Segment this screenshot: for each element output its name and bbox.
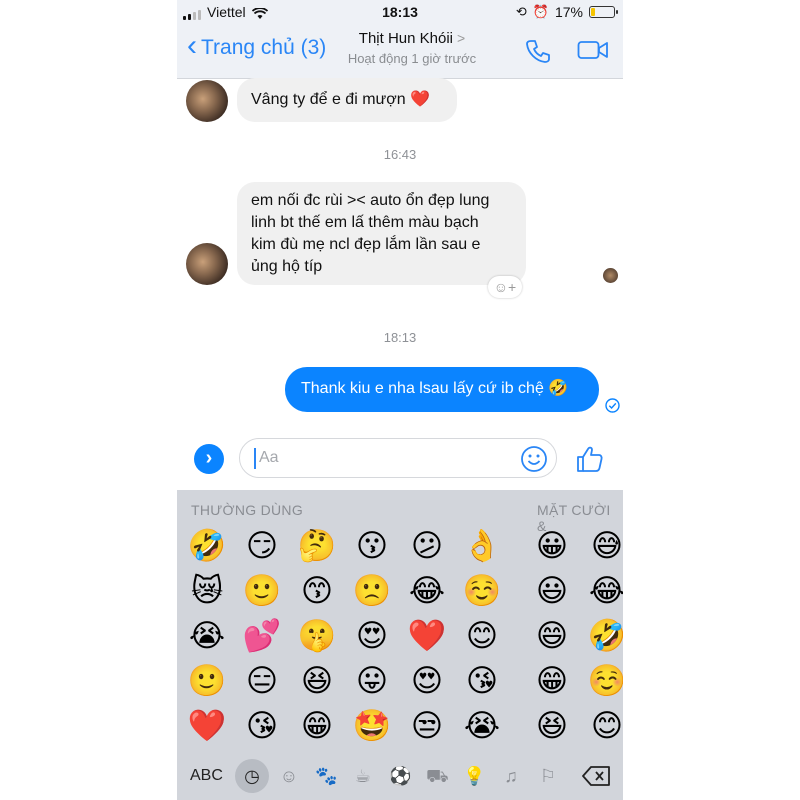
- phone-call-icon[interactable]: [525, 38, 551, 64]
- emoji-key[interactable]: 😏: [242, 526, 282, 566]
- bulb-icon[interactable]: 💡: [463, 765, 485, 787]
- backspace-icon[interactable]: [582, 765, 612, 787]
- alarm-icon: ⏰: [532, 4, 549, 19]
- keyboard-category-bar: ABC ◷ ☺ 🐾 ☕ ⚽ ⛟ 💡 ♫ ⚐: [177, 756, 623, 796]
- emoji-key[interactable]: 😍: [352, 616, 392, 656]
- emoji-key[interactable]: 😘: [242, 706, 282, 746]
- add-reaction-button[interactable]: ☺+: [488, 276, 522, 298]
- emoji-key[interactable]: 💕: [242, 616, 282, 656]
- abc-key[interactable]: ABC: [190, 767, 223, 785]
- message-input[interactable]: Aa: [239, 438, 557, 478]
- thumbs-up-icon[interactable]: [575, 444, 605, 474]
- rotation-lock-icon: ⟲: [515, 4, 527, 19]
- message-line: kim đù mẹ ncl đẹp lắm lần sau e: [251, 236, 481, 253]
- emoji-key[interactable]: 😂: [587, 571, 623, 611]
- emoji-key[interactable]: 😊: [462, 616, 502, 656]
- timestamp: 18:13: [383, 330, 417, 345]
- emoji-key[interactable]: ❤️: [407, 616, 447, 656]
- contact-avatar[interactable]: [186, 80, 228, 122]
- chevron-left-icon: ‹: [187, 29, 197, 62]
- emoji-key[interactable]: 😂: [407, 571, 447, 611]
- message-text: Thank kiu e nha lsau lấy cứ ib chệ 🤣: [301, 380, 569, 397]
- emoji-key[interactable]: 🤣: [587, 616, 623, 656]
- emoji-key[interactable]: 😕: [407, 526, 447, 566]
- status-bar: Viettel 18:13 ⟲ ⏰ 17%: [177, 0, 623, 24]
- timestamp: 16:43: [383, 147, 417, 162]
- symbols-icon[interactable]: ♫: [500, 765, 522, 787]
- emoji-keyboard: THƯỜNG DÙNG MẶT CƯỜI & 🤣 😏 🤔 😗 😕 👌 😿 🙂 😙 🙁 😂 ☺️ 😭 💕 🤫 😍…: [177, 490, 623, 800]
- chevron-right-icon: >: [457, 30, 466, 46]
- activity-status: Hoạt động 1 giờ trước: [347, 51, 477, 66]
- smiley-icon[interactable]: ☺: [278, 765, 300, 787]
- emoji-key[interactable]: 🤫: [297, 616, 337, 656]
- emoji-key[interactable]: ☺️: [462, 571, 502, 611]
- chat-header: ‹ Trang chủ (3) Thịt Hun Khóii > Hoạt độn…: [177, 24, 623, 79]
- emoji-key[interactable]: 🤣: [187, 526, 227, 566]
- emoji-key[interactable]: 😿: [187, 571, 227, 611]
- emoji-key[interactable]: ❤️: [187, 706, 227, 746]
- seen-avatar: [603, 268, 618, 283]
- animal-icon[interactable]: 🐾: [315, 765, 337, 787]
- phone-screen: Viettel 18:13 ⟲ ⏰ 17% ‹ Trang chủ (3) Th…: [177, 0, 623, 800]
- message-line: linh bt thế em lấ thêm màu bạch: [251, 214, 479, 231]
- input-placeholder: Aa: [259, 449, 279, 466]
- contact-name: Thịt Hun Khóii: [358, 30, 454, 47]
- emoji-key[interactable]: 😊: [587, 706, 623, 746]
- clock-icon[interactable]: ◷: [241, 765, 263, 787]
- emoji-key[interactable]: ☺️: [587, 661, 623, 701]
- emoji-key[interactable]: 😍: [407, 661, 447, 701]
- back-button[interactable]: ‹ Trang chủ (3): [187, 29, 327, 62]
- emoji-key[interactable]: 😒: [407, 706, 447, 746]
- battery-icon: [589, 6, 618, 18]
- message-line: ủng hộ típ: [251, 258, 323, 275]
- text-cursor: [254, 448, 256, 469]
- emoji-key[interactable]: 🙂: [187, 661, 227, 701]
- contact-avatar[interactable]: [186, 243, 228, 285]
- battery-percent: 17%: [554, 4, 583, 20]
- flag-icon[interactable]: ⚐: [537, 765, 559, 787]
- delivered-check-icon: [605, 398, 620, 413]
- emoji-key[interactable]: 🤔: [297, 526, 337, 566]
- emoji-key[interactable]: 😛: [352, 661, 392, 701]
- food-icon[interactable]: ☕: [352, 765, 374, 787]
- contact-title[interactable]: Thịt Hun Khóii >: [327, 30, 497, 47]
- emoji-key[interactable]: 😅: [587, 526, 623, 566]
- emoji-key[interactable]: 👌: [462, 526, 502, 566]
- emoji-key[interactable]: 😆: [532, 706, 572, 746]
- emoji-key[interactable]: 😀: [532, 526, 572, 566]
- section-frequent-title: THƯỜNG DÙNG: [191, 502, 304, 518]
- ball-icon[interactable]: ⚽: [389, 765, 411, 787]
- emoji-key[interactable]: 😑: [242, 661, 282, 701]
- emoji-key[interactable]: 😙: [297, 571, 337, 611]
- emoji-key[interactable]: 🙂: [242, 571, 282, 611]
- video-call-icon[interactable]: [577, 38, 609, 62]
- message-text: Vâng ty để e đi mượn ❤️: [251, 91, 430, 108]
- emoji-key[interactable]: 😗: [352, 526, 392, 566]
- emoji-key[interactable]: 😘: [462, 661, 502, 701]
- car-icon[interactable]: ⛟: [426, 765, 449, 787]
- emoji-key[interactable]: 😆: [297, 661, 337, 701]
- expand-button[interactable]: ›: [194, 444, 224, 474]
- emoji-key[interactable]: 🙁: [352, 571, 392, 611]
- emoji-key[interactable]: 😃: [532, 571, 572, 611]
- emoji-key[interactable]: 😁: [532, 661, 572, 701]
- message-bubble-incoming[interactable]: Vâng ty để e đi mượn ❤️: [237, 78, 457, 122]
- message-line: em nối đc rùi >< auto ổn đẹp lung: [251, 192, 490, 209]
- back-label: Trang chủ (3): [201, 36, 327, 59]
- emoji-key[interactable]: 🤩: [352, 706, 392, 746]
- composer-bar: › Aa: [177, 430, 623, 490]
- emoji-key[interactable]: 😭: [462, 706, 502, 746]
- emoji-key[interactable]: 😭: [187, 616, 227, 656]
- emoji-key[interactable]: 😄: [532, 616, 572, 656]
- message-bubble-incoming[interactable]: em nối đc rùi >< auto ổn đẹp lung linh b…: [237, 182, 526, 285]
- emoji-key[interactable]: 😁: [297, 706, 337, 746]
- emoji-toggle-icon[interactable]: [520, 445, 548, 473]
- message-bubble-outgoing[interactable]: Thank kiu e nha lsau lấy cứ ib chệ 🤣: [285, 367, 599, 412]
